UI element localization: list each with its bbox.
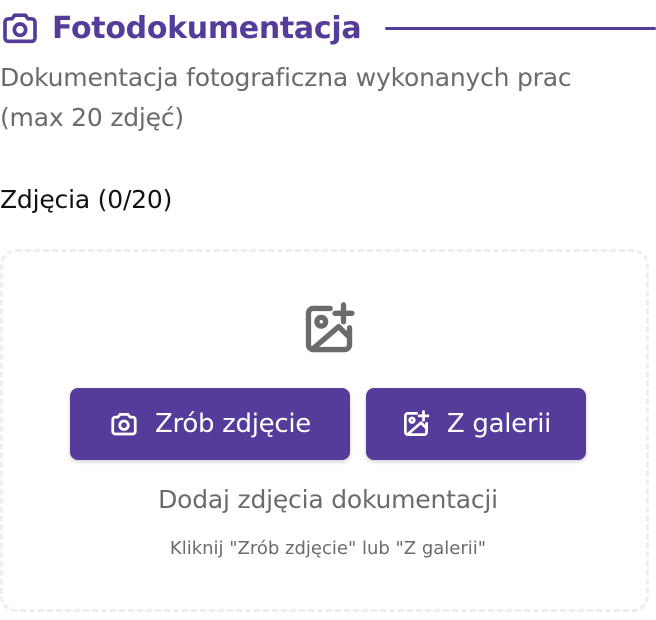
section-header: Fotodokumentacja	[0, 6, 656, 50]
camera-icon	[109, 409, 139, 439]
section-title: Fotodokumentacja	[52, 10, 362, 46]
camera-icon	[0, 8, 40, 48]
photos-count-label: Zdjęcia (0/20)	[0, 185, 173, 214]
take-photo-label: Zrób zdjęcie	[155, 409, 311, 439]
header-divider	[385, 26, 656, 30]
empty-state-title: Dodaj zdjęcia dokumentacji	[158, 485, 498, 514]
take-photo-button[interactable]: Zrób zdjęcie	[70, 388, 350, 460]
from-gallery-button[interactable]: Z galerii	[366, 388, 586, 460]
section-subtitle: Dokumentacja fotograficzna wykonanych pr…	[0, 63, 572, 132]
from-gallery-label: Z galerii	[446, 409, 552, 439]
add-photo-icon	[401, 409, 431, 439]
empty-state-hint: Kliknij "Zrób zdjęcie" lub "Z galerii"	[169, 538, 487, 559]
add-photo-icon	[300, 300, 358, 358]
